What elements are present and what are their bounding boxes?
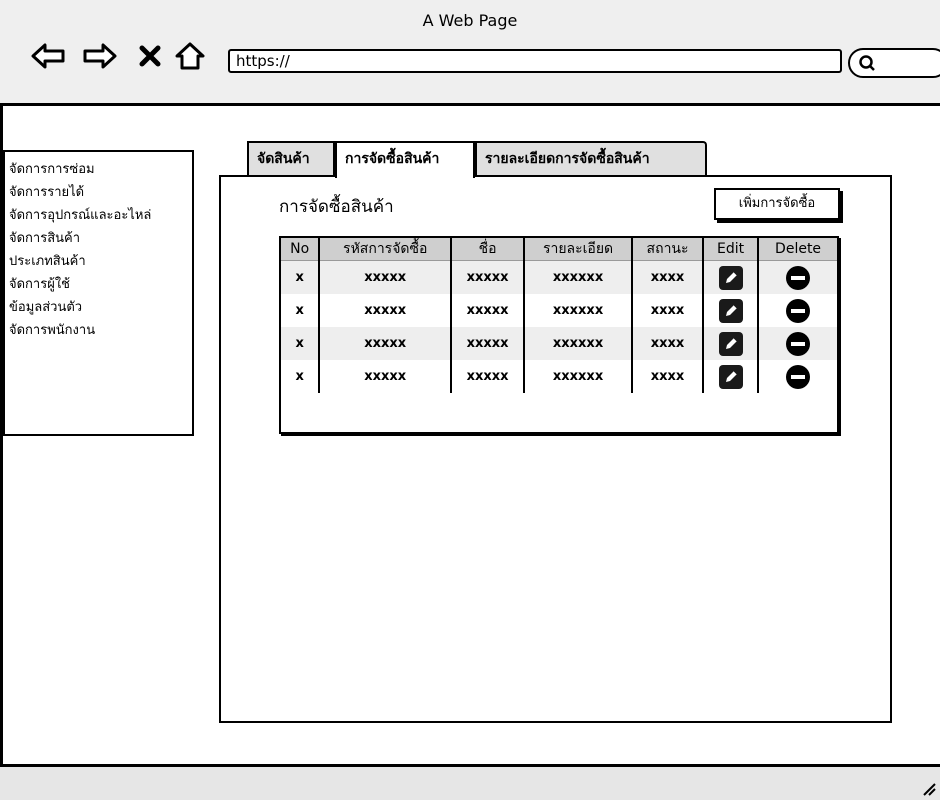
edit-pencil-icon[interactable] <box>718 331 743 356</box>
back-arrow-icon[interactable] <box>28 36 68 76</box>
cell-no: x <box>295 303 304 318</box>
col-header-status: สถานะ <box>631 238 704 261</box>
delete-minus-icon[interactable] <box>786 265 811 290</box>
cell-status: xxxx <box>631 360 704 393</box>
sidebar-item-income[interactable]: จัดการรายได้ <box>5 181 192 204</box>
cell-details: xxxxxx <box>523 360 633 393</box>
cell-details: xxxxxx <box>523 260 633 294</box>
sidebar-menu: จัดการการซ่อม จัดการรายได้ จัดการอุปกรณ์… <box>3 150 194 436</box>
sidebar-item-products[interactable]: จัดการสินค้า <box>5 227 192 250</box>
url-input[interactable]: https:// <box>228 49 842 73</box>
cell-name: xxxxx <box>450 360 525 393</box>
table-header-row: No รหัสการจัดซื้อ ชื่อ รายละเอียด สถานะ … <box>281 238 837 261</box>
cell-name: xxxxx <box>450 260 525 294</box>
col-header-no: No <box>281 238 320 261</box>
cell-purchase-id: xxxxx <box>318 327 452 360</box>
sidebar-item-employees[interactable]: จัดการพนักงาน <box>5 319 192 342</box>
cell-name: xxxxx <box>450 294 525 327</box>
sidebar-item-users[interactable]: จัดการผู้ใช้ <box>5 273 192 296</box>
window-title: A Web Page <box>422 11 518 30</box>
edit-cell <box>702 360 759 393</box>
edit-cell <box>702 327 759 360</box>
delete-minus-icon[interactable] <box>786 298 811 323</box>
cell-status: xxxx <box>631 327 704 360</box>
table-row: x xxxxx xxxxx xxxxxx xxxx <box>281 260 837 294</box>
page-title: การจัดซื้อสินค้า <box>279 197 394 217</box>
edit-pencil-icon[interactable] <box>718 265 743 290</box>
edit-cell <box>702 260 759 294</box>
table-row: x xxxxx xxxxx xxxxxx xxxx <box>281 360 837 393</box>
browser-toolbar: A Web Page https:// <box>0 0 940 106</box>
search-icon <box>859 55 875 71</box>
status-bar <box>0 764 940 800</box>
delete-minus-icon[interactable] <box>786 331 811 356</box>
search-field[interactable] <box>848 48 940 78</box>
sidebar-item-product-types[interactable]: ประเภทสินค้า <box>5 250 192 273</box>
edit-cell <box>702 294 759 327</box>
close-x-icon[interactable] <box>130 36 170 76</box>
sidebar-item-equipment-parts[interactable]: จัดการอุปกรณ์และอะไหล่ <box>5 204 192 227</box>
delete-minus-icon[interactable] <box>786 364 811 389</box>
delete-cell <box>757 360 837 393</box>
content-panel: การจัดซื้อสินค้า เพิ่มการจัดซื้อ No รหัส… <box>219 175 892 723</box>
delete-cell <box>757 260 837 294</box>
resize-grip-icon[interactable] <box>920 780 936 796</box>
cell-no: x <box>281 327 320 360</box>
cell-purchase-id: xxxxx <box>318 260 452 294</box>
purchase-table: No รหัสการจัดซื้อ ชื่อ รายละเอียด สถานะ … <box>279 236 839 434</box>
cell-no: x <box>295 369 304 384</box>
col-header-name: ชื่อ <box>450 238 525 261</box>
cell-status: xxxx <box>631 260 704 294</box>
tab-purchasing[interactable]: การจัดซื้อสินค้า <box>335 141 475 178</box>
table-row: x xxxxx xxxxx xxxxxx xxxx <box>281 327 837 360</box>
col-header-edit: Edit <box>702 238 759 261</box>
cell-name: xxxxx <box>450 327 525 360</box>
cell-purchase-id: xxxxx <box>318 360 452 393</box>
forward-arrow-icon[interactable] <box>80 36 120 76</box>
edit-pencil-icon[interactable] <box>718 298 743 323</box>
cell-details: xxxxxx <box>523 327 633 360</box>
home-icon[interactable] <box>170 36 210 76</box>
add-purchase-button[interactable]: เพิ่มการจัดซื้อ <box>714 188 840 220</box>
cell-details: xxxxxx <box>523 294 633 327</box>
table-row: x xxxxx xxxxx xxxxxx xxxx <box>281 294 837 327</box>
delete-cell <box>757 327 837 360</box>
sidebar-item-repair[interactable]: จัดการการซ่อม <box>5 158 192 181</box>
edit-pencil-icon[interactable] <box>718 364 743 389</box>
col-header-delete: Delete <box>757 238 837 261</box>
sidebar-item-profile[interactable]: ข้อมูลส่วนตัว <box>5 296 192 319</box>
col-header-purchase-id: รหัสการจัดซื้อ <box>318 238 452 261</box>
tab-purchase-details[interactable]: รายละเอียดการจัดซื้อสินค้า <box>475 141 707 175</box>
delete-cell <box>757 294 837 327</box>
tab-product-stock[interactable]: จัดสินค้า <box>247 141 335 175</box>
cell-purchase-id: xxxxx <box>318 294 452 327</box>
col-header-details: รายละเอียด <box>523 238 633 261</box>
cell-status: xxxx <box>631 294 704 327</box>
cell-no: x <box>281 260 320 294</box>
